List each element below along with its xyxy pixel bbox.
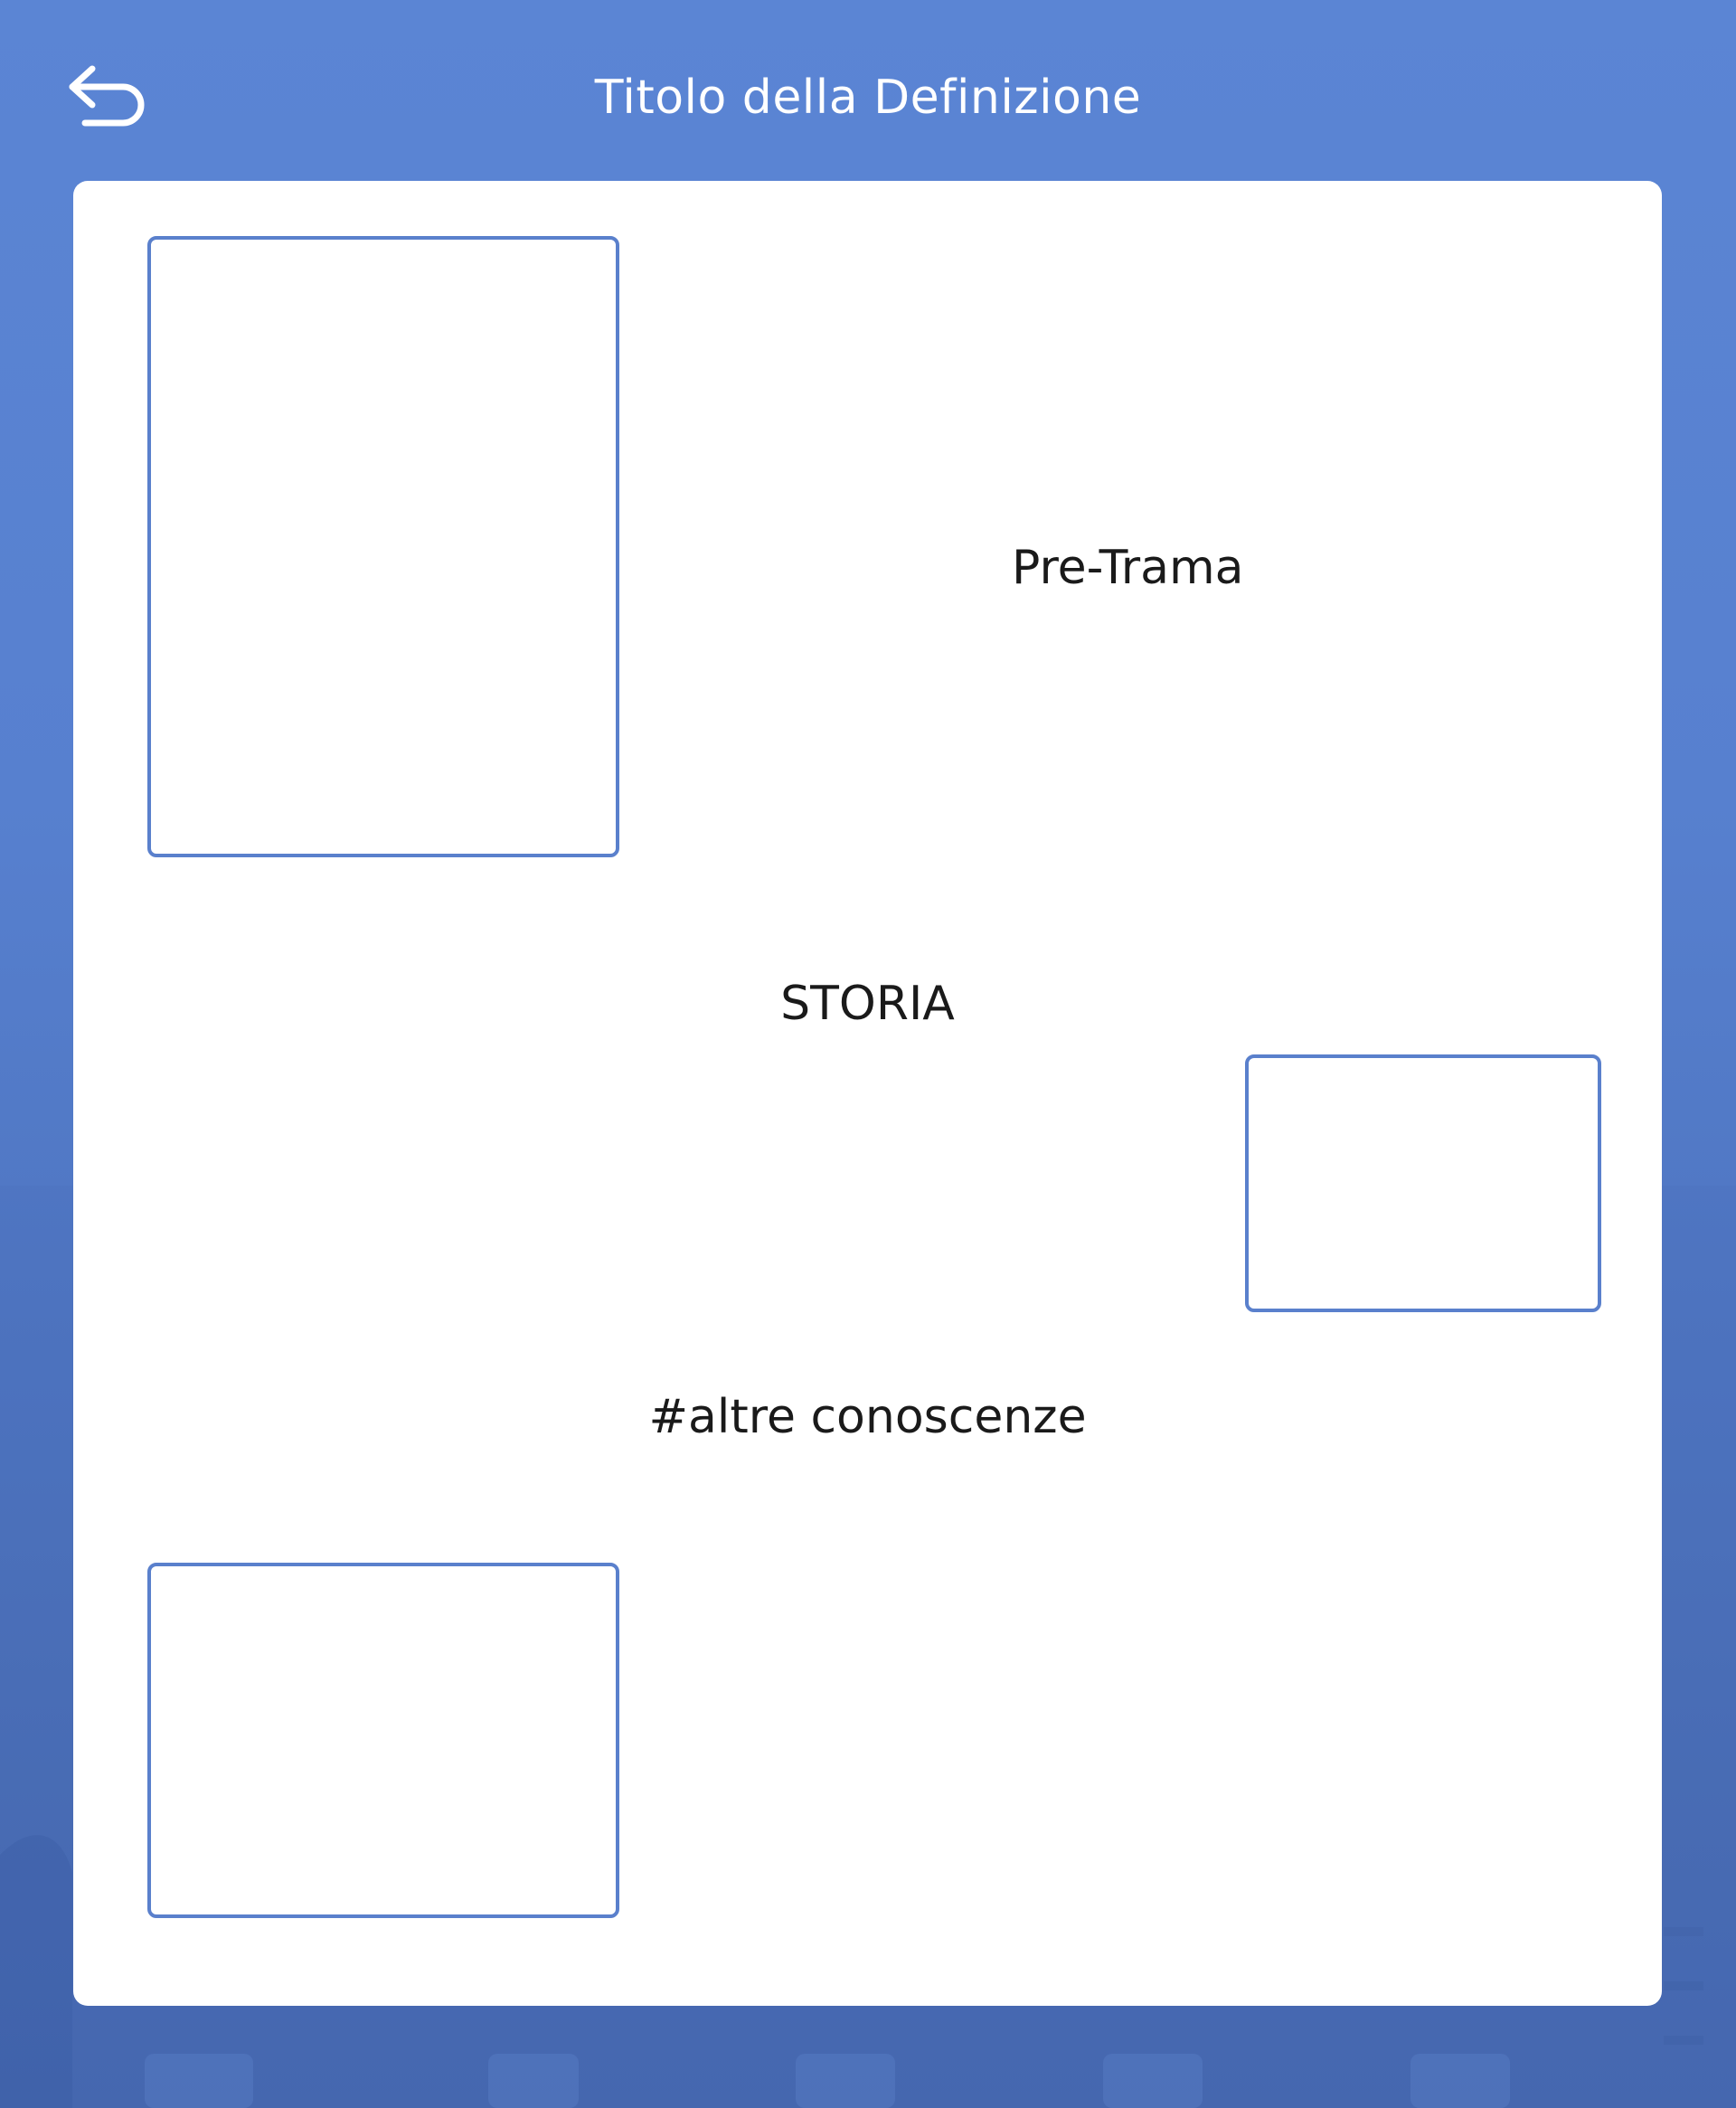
image-placeholder[interactable] <box>147 236 619 857</box>
image-placeholder[interactable] <box>1245 1054 1601 1312</box>
top-bar: Titolo della Definizione <box>0 0 1736 181</box>
section-label-altre-conoscenze: #altre conoscenze <box>648 1390 1087 1444</box>
definition-card: Pre-Trama STORIA #altre conoscenze <box>73 181 1662 2006</box>
section-label-storia: STORIA <box>780 977 955 1031</box>
image-placeholder[interactable] <box>147 1563 619 1918</box>
section-label-pre-trama: Pre-Trama <box>1012 541 1244 595</box>
page-title: Titolo della Definizione <box>594 71 1142 125</box>
